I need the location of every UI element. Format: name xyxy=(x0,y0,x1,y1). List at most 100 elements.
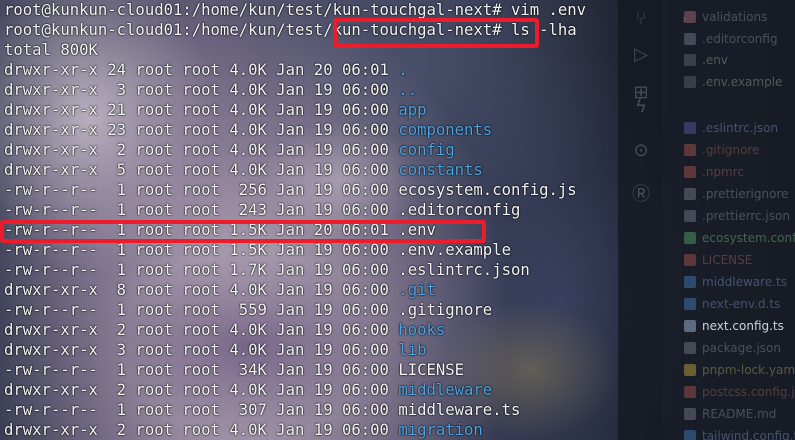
directory-name: middleware xyxy=(398,381,493,399)
file-icon xyxy=(684,33,696,45)
file-meta: drwxr-xr-x 2 root root 4.0K Jan 19 06:00 xyxy=(4,381,399,399)
explorer-item[interactable]: postcss.config.js xyxy=(684,382,795,402)
r-language-icon[interactable]: Ⓡ xyxy=(630,184,652,206)
file-name: .editorconfig xyxy=(398,201,521,219)
listing-row: drwxr-xr-x 2 root root 4.0K Jan 19 06:00… xyxy=(4,320,445,340)
file-meta: drwxr-xr-x 23 root root 4.0K Jan 19 06:0… xyxy=(4,121,399,139)
file-meta: drwxr-xr-x 2 root root 4.0K Jan 19 06:00 xyxy=(4,141,399,159)
listing-row: drwxr-xr-x 24 root root 4.0K Jan 20 06:0… xyxy=(4,60,408,80)
directory-name: config xyxy=(398,141,455,159)
directory-name: hooks xyxy=(398,321,446,339)
explorer-item[interactable]: middleware.ts xyxy=(684,272,787,292)
file-explorer: › validations .editorconfig .env .env.ex… xyxy=(662,0,795,440)
file-meta: -rw-r--r-- 1 root root 307 Jan 19 06:00 xyxy=(4,401,399,419)
explorer-item[interactable]: .prettierignore xyxy=(684,184,789,204)
file-meta: drwxr-xr-x 2 root root 4.0K Jan 19 06:00 xyxy=(4,421,399,439)
listing-row: -rw-r--r-- 1 root root 34K Jan 19 06:00 … xyxy=(4,360,464,380)
listing-row: drwxr-xr-x 21 root root 4.0K Jan 19 06:0… xyxy=(4,100,426,120)
js-file-icon xyxy=(684,232,696,244)
file-meta: drwxr-xr-x 8 root root 4.0K Jan 19 06:00 xyxy=(4,281,399,299)
directory-name: migration xyxy=(398,421,483,439)
info-icon xyxy=(684,408,696,420)
file-meta: -rw-r--r-- 1 root root 559 Jan 19 06:00 xyxy=(4,301,399,319)
listing-row: drwxr-xr-x 2 root root 4.0K Jan 19 06:00… xyxy=(4,380,492,400)
explorer-item[interactable]: ecosystem.config.js xyxy=(684,228,795,248)
file-icon xyxy=(684,76,696,88)
git-icon xyxy=(684,144,696,156)
directory-name: lib xyxy=(398,341,427,359)
file-meta: drwxr-xr-x 3 root root 4.0K Jan 19 06:00 xyxy=(4,341,399,359)
explorer-item[interactable]: package.json xyxy=(684,338,781,358)
npm-icon xyxy=(684,166,696,178)
listing-row: drwxr-xr-x 3 root root 4.0K Jan 19 06:00… xyxy=(4,340,426,360)
listing-row: -rw-r--r-- 1 root root 1.7K Jan 19 06:00… xyxy=(4,260,530,280)
folder-icon xyxy=(684,11,696,23)
remote-icon[interactable]: ⊙ xyxy=(630,140,652,162)
file-meta: -rw-r--r-- 1 root root 1.5K Jan 19 06:00 xyxy=(4,241,399,259)
debug-icon[interactable]: ▷ xyxy=(630,44,652,66)
directory-name: components xyxy=(398,121,493,139)
file-name: ecosystem.config.js xyxy=(398,181,577,199)
ts-file-icon xyxy=(684,430,696,440)
directory-name: .. xyxy=(398,81,418,99)
listing-row: -rw-r--r-- 1 root root 1.5K Jan 19 06:00… xyxy=(4,240,511,260)
explorer-item[interactable]: .env.example xyxy=(684,72,782,92)
command-line: root@kunkun-cloud01:/home/kun/test/kun-t… xyxy=(4,1,587,19)
file-meta: -rw-r--r-- 1 root root 34K Jan 19 06:00 xyxy=(4,361,399,379)
explorer-item[interactable]: validations xyxy=(684,7,767,27)
explorer-item[interactable]: README.md xyxy=(684,404,776,424)
explorer-item[interactable]: .prettierrc.json xyxy=(684,206,790,226)
explorer-item[interactable]: LICENSE xyxy=(684,250,752,270)
editor-activity-bar: ⑂ ▷ ⊞ ϟ ⊙ Ⓡ xyxy=(618,0,662,440)
listing-row: -rw-r--r-- 1 root root 307 Jan 19 06:00 … xyxy=(4,400,520,420)
eslint-icon xyxy=(684,122,696,134)
file-meta: drwxr-xr-x 21 root root 4.0K Jan 19 06:0… xyxy=(4,101,399,119)
file-meta: -rw-r--r-- 1 root root 1.7K Jan 19 06:00 xyxy=(4,261,399,279)
explorer-item[interactable]: next-env.d.ts xyxy=(684,294,780,314)
next-icon xyxy=(684,320,696,332)
prettier-icon xyxy=(684,210,696,222)
ts-file-icon xyxy=(684,298,696,310)
file-name: middleware.ts xyxy=(398,401,521,419)
listing-row: drwxr-xr-x 8 root root 4.0K Jan 19 06:00… xyxy=(4,280,436,300)
license-icon xyxy=(684,254,696,266)
explorer-item[interactable]: .env xyxy=(684,50,728,70)
explorer-item[interactable]: .eslintrc.json xyxy=(684,118,778,138)
listing-row: -rw-r--r-- 1 root root 243 Jan 19 06:00 … xyxy=(4,200,520,220)
explorer-item[interactable]: pnpm-lock.yaml xyxy=(684,360,795,380)
listing-row: -rw-r--r-- 1 root root 256 Jan 19 06:00 … xyxy=(4,180,577,200)
file-meta: -rw-r--r-- 1 root root 256 Jan 19 06:00 xyxy=(4,181,399,199)
explorer-item[interactable]: .gitignore xyxy=(684,140,759,160)
explorer-item[interactable]: .editorconfig xyxy=(684,29,778,49)
screenshot: ⑂ ▷ ⊞ ϟ ⊙ Ⓡ › validations .editorconfig … xyxy=(0,0,795,440)
file-meta: drwxr-xr-x 3 root root 4.0K Jan 19 06:00 xyxy=(4,81,399,99)
explorer-item-selected[interactable]: next.config.ts xyxy=(684,316,784,336)
listing-row: drwxr-xr-x 3 root root 4.0K Jan 19 06:00… xyxy=(4,80,417,100)
file-meta: drwxr-xr-x 5 root root 4.0K Jan 19 06:00 xyxy=(4,161,399,179)
ts-file-icon xyxy=(684,276,696,288)
listing-row: -rw-r--r-- 1 root root 559 Jan 19 06:00 … xyxy=(4,300,492,320)
explorer-item[interactable]: tailwind.config.ts xyxy=(684,426,795,440)
file-name: .env.example xyxy=(398,241,511,259)
listing-row: drwxr-xr-x 23 root root 4.0K Jan 19 06:0… xyxy=(4,120,492,140)
file-meta: drwxr-xr-x 2 root root 4.0K Jan 19 06:00 xyxy=(4,321,399,339)
listing-row: drwxr-xr-x 5 root root 4.0K Jan 19 06:00… xyxy=(4,160,483,180)
listing-row: drwxr-xr-x 2 root root 4.0K Jan 19 06:00… xyxy=(4,420,483,440)
directory-name: . xyxy=(398,61,408,79)
file-icon xyxy=(684,54,696,66)
prettier-icon xyxy=(684,188,696,200)
listing-row: drwxr-xr-x 2 root root 4.0K Jan 19 06:00… xyxy=(4,140,455,160)
explorer-item[interactable]: .npmrc xyxy=(684,162,744,182)
highlight-box-directory xyxy=(333,18,539,48)
yaml-icon xyxy=(684,364,696,376)
source-control-icon[interactable]: ⑂ xyxy=(630,8,652,30)
file-meta: drwxr-xr-x 24 root root 4.0K Jan 20 06:0… xyxy=(4,61,399,79)
directory-name: app xyxy=(398,101,427,119)
directory-name: .git xyxy=(398,281,436,299)
file-meta: -rw-r--r-- 1 root root 243 Jan 19 06:00 xyxy=(4,201,399,219)
json-icon xyxy=(684,342,696,354)
lightning-icon[interactable]: ϟ xyxy=(630,96,652,118)
file-name: LICENSE xyxy=(398,361,465,379)
file-name: .eslintrc.json xyxy=(398,261,530,279)
total-line: total 800K xyxy=(4,41,98,59)
